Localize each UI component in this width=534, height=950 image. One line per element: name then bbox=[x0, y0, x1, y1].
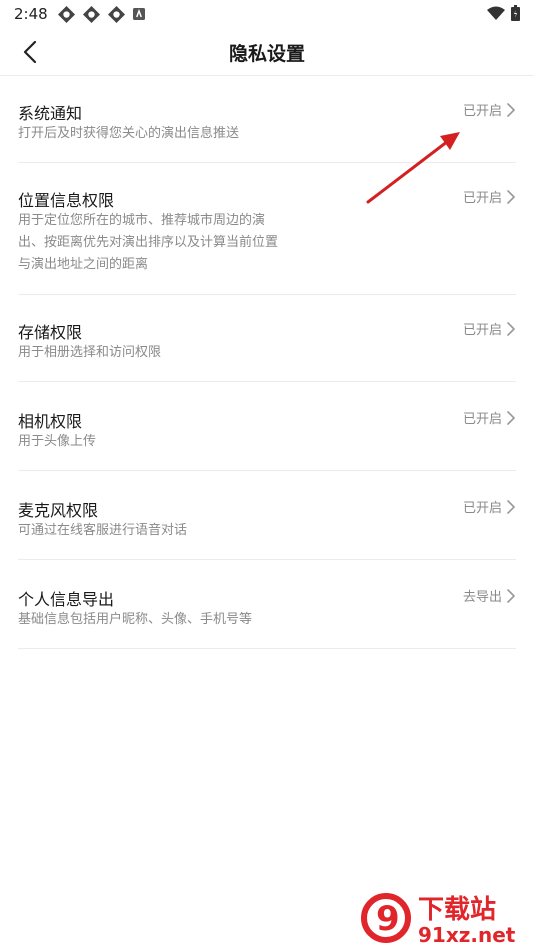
setting-title: 麦克风权限 bbox=[18, 501, 99, 520]
setting-desc: 基础信息包括用户昵称、头像、手机号等 bbox=[18, 609, 298, 631]
chevron-right-icon bbox=[507, 411, 515, 425]
setting-title: 个人信息导出 bbox=[18, 590, 115, 609]
status-time: 2:48 bbox=[14, 5, 48, 23]
app-icon bbox=[57, 5, 75, 23]
chevron-right-icon bbox=[507, 103, 515, 117]
battery-icon bbox=[511, 5, 520, 21]
setting-row-camera-permission[interactable]: 相机权限 用于头像上传 已开启 bbox=[18, 382, 516, 471]
settings-list: 系统通知 打开后及时获得您关心的演出信息推送 已开启 位置信息权限 用于定位您所… bbox=[18, 76, 516, 649]
setting-row-storage-permission[interactable]: 存储权限 用于相册选择和访问权限 已开启 bbox=[18, 295, 516, 382]
notification-icon bbox=[132, 8, 145, 20]
setting-desc: 用于相册选择和访问权限 bbox=[18, 342, 298, 364]
app-icon bbox=[107, 5, 125, 23]
watermark-logo-text: 9 bbox=[376, 899, 400, 939]
watermark-site-name: 下载站 bbox=[418, 895, 496, 925]
setting-desc: 可通过在线客服进行语音对话 bbox=[18, 520, 298, 542]
setting-desc-line: 打开后及时获得您关心的演出信息推送 bbox=[18, 126, 240, 141]
setting-desc-line: 与演出地址之间的距离 bbox=[18, 257, 149, 272]
setting-desc: 用于头像上传 bbox=[18, 431, 298, 453]
setting-row-system-notification[interactable]: 系统通知 打开后及时获得您关心的演出信息推送 已开启 bbox=[18, 76, 516, 163]
setting-row-microphone-permission[interactable]: 麦克风权限 可通过在线客服进行语音对话 已开启 bbox=[18, 471, 516, 560]
setting-title: 存储权限 bbox=[18, 323, 83, 342]
watermark-url: 91xz.net bbox=[418, 923, 516, 947]
setting-desc-line: 出、按距离优先对演出排序以及计算当前位置 bbox=[18, 235, 279, 250]
app-icon bbox=[82, 5, 100, 23]
chevron-right-icon bbox=[507, 322, 515, 336]
chevron-right-icon bbox=[507, 589, 515, 603]
setting-status: 已开启 bbox=[462, 501, 502, 516]
wifi-icon bbox=[487, 6, 505, 20]
setting-status: 已开启 bbox=[462, 323, 502, 338]
setting-title: 位置信息权限 bbox=[18, 191, 115, 210]
setting-status: 已开启 bbox=[462, 412, 502, 427]
setting-status: 已开启 bbox=[462, 104, 502, 119]
watermark-logo: 9 下载站 91xz.net bbox=[361, 893, 516, 947]
chevron-right-icon bbox=[507, 190, 515, 204]
setting-desc-line: 用于定位您所在的城市、推荐城市周边的演 bbox=[18, 213, 266, 228]
setting-desc-line: 可通过在线客服进行语音对话 bbox=[18, 523, 188, 538]
setting-desc-line: 基础信息包括用户昵称、头像、手机号等 bbox=[18, 612, 253, 627]
setting-row-location-permission[interactable]: 位置信息权限 用于定位您所在的城市、推荐城市周边的演 出、按距离优先对演出排序以… bbox=[18, 163, 516, 295]
page-title: 隐私设置 bbox=[228, 43, 305, 65]
setting-desc-line: 用于头像上传 bbox=[18, 434, 97, 449]
setting-status: 去导出 bbox=[462, 590, 502, 605]
setting-desc: 打开后及时获得您关心的演出信息推送 bbox=[18, 123, 298, 145]
setting-desc: 用于定位您所在的城市、推荐城市周边的演 出、按距离优先对演出排序以及计算当前位置… bbox=[18, 210, 298, 276]
setting-desc-line: 用于相册选择和访问权限 bbox=[18, 345, 162, 360]
status-bar: 2:48 bbox=[0, 0, 534, 28]
setting-status: 已开启 bbox=[462, 191, 502, 206]
chevron-right-icon bbox=[507, 500, 515, 514]
setting-title: 相机权限 bbox=[18, 412, 83, 431]
setting-title: 系统通知 bbox=[18, 104, 83, 123]
header: 隐私设置 bbox=[0, 28, 534, 76]
setting-row-personal-info-export[interactable]: 个人信息导出 基础信息包括用户昵称、头像、手机号等 去导出 bbox=[18, 560, 516, 649]
